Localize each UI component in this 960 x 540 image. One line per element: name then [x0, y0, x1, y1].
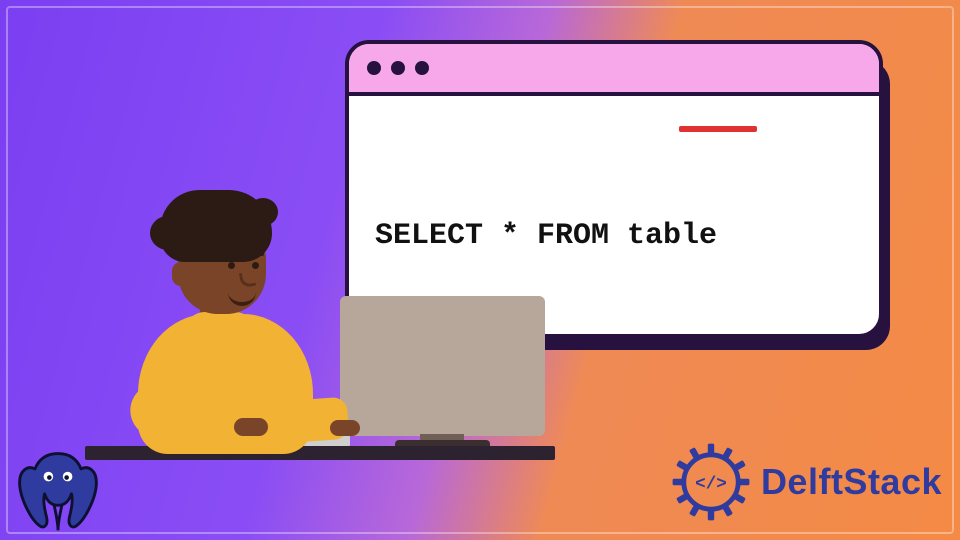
code-window: SELECT * FROM table WHERE col_name = cas…: [345, 40, 883, 338]
person-hand: [330, 420, 360, 436]
hero-graphic: SELECT * FROM table WHERE col_name = cas…: [0, 0, 960, 540]
error-underline: [679, 126, 757, 132]
person-hand: [234, 418, 268, 436]
person-eye: [228, 262, 235, 269]
postgresql-logo-icon: [10, 442, 106, 538]
code-line-1: SELECT * FROM table: [375, 213, 853, 260]
person-eyebrow: [224, 252, 240, 256]
person-ear: [172, 262, 190, 286]
delftstack-logo: </> DelftStack: [671, 442, 942, 522]
delftstack-wordmark: DelftStack: [761, 461, 942, 503]
window-titlebar: [349, 44, 879, 96]
traffic-dot-icon: [415, 61, 429, 75]
person-eyebrow: [248, 252, 264, 256]
shirt-collar: [184, 312, 256, 338]
delftstack-gear-icon: </>: [671, 442, 751, 522]
traffic-dot-icon: [391, 61, 405, 75]
svg-text:</>: </>: [695, 474, 727, 494]
monitor-back-icon: [340, 296, 545, 436]
traffic-dot-icon: [367, 61, 381, 75]
person-eye: [252, 262, 259, 269]
